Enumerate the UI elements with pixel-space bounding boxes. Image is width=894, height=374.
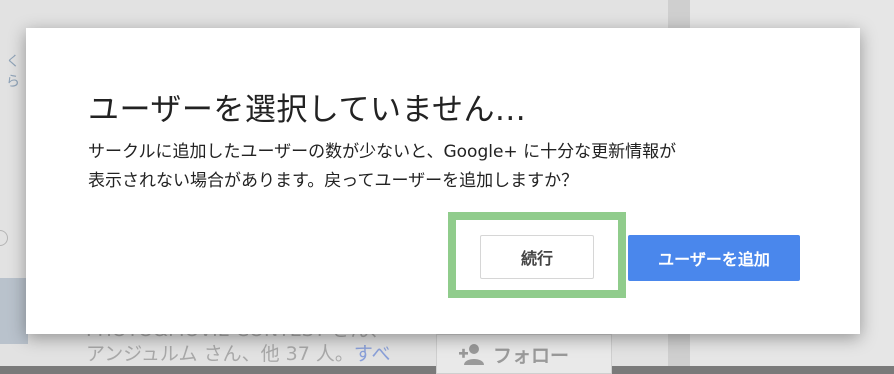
add-users-button[interactable]: ユーザーを追加 (628, 235, 800, 281)
dialog-title: ユーザーを選択していません... (88, 92, 527, 128)
background-logo: くら (6, 54, 20, 90)
background-thumbnail (0, 278, 28, 344)
background-follow-label: フォロー (493, 344, 570, 367)
no-users-selected-dialog: ユーザーを選択していません... サークルに追加したユーザーの数が少ないと、Go… (26, 28, 860, 334)
background-follow-button: フォロー (436, 334, 612, 374)
continue-button[interactable]: 続行 (480, 235, 594, 279)
background-followers-line2: アンジュルム さん、他 37 人。 (86, 343, 354, 365)
background-see-all-link: すべ (353, 343, 391, 365)
dialog-message: サークルに追加したユーザーの数が少ないと、Google+ に十分な更新情報が 表… (88, 142, 677, 191)
add-person-icon (459, 344, 484, 365)
